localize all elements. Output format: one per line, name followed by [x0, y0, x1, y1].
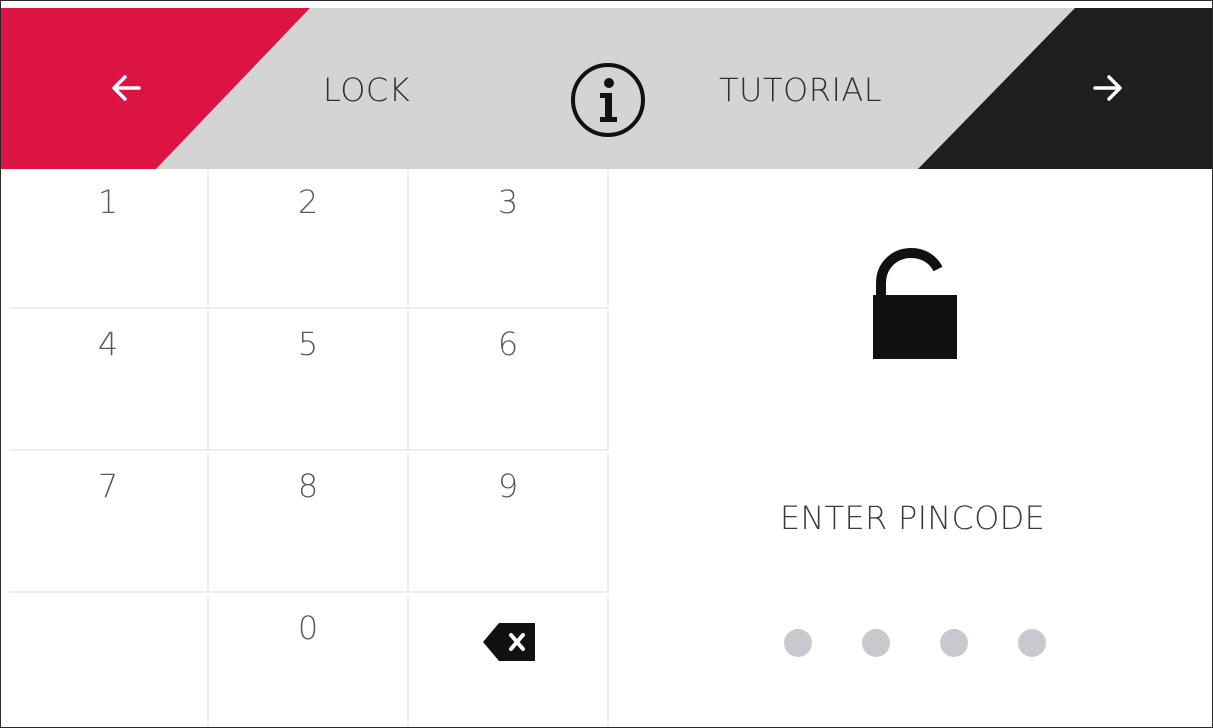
arrow-right-icon	[1093, 75, 1122, 101]
lock-label[interactable]: LOCK	[323, 71, 410, 109]
key-label: 6	[497, 325, 519, 363]
key-7[interactable]: 7	[9, 453, 209, 593]
pin-dot	[940, 629, 968, 657]
key-backspace[interactable]	[409, 595, 609, 727]
key-5[interactable]: 5	[209, 311, 409, 451]
pin-dot	[862, 629, 890, 657]
pin-dot	[784, 629, 812, 657]
backspace-icon	[483, 623, 535, 661]
key-label: 7	[97, 467, 119, 505]
pin-indicator	[784, 629, 1054, 659]
key-label: 1	[97, 183, 119, 221]
header-bar: LOCK TUTORIAL	[1, 8, 1212, 169]
key-label: 2	[297, 183, 319, 221]
tutorial-label[interactable]: TUTORIAL	[719, 71, 882, 109]
key-8[interactable]: 8	[209, 453, 409, 593]
arrow-left-icon	[112, 75, 141, 101]
lock-panel: ENTER PINCODE	[612, 169, 1212, 727]
key-2[interactable]: 2	[209, 169, 409, 309]
key-label: 5	[297, 325, 319, 363]
key-0[interactable]: 0	[209, 595, 409, 727]
key-6[interactable]: 6	[409, 311, 609, 451]
key-9[interactable]: 9	[409, 453, 609, 593]
pin-dot	[1018, 629, 1046, 657]
key-label: 9	[497, 467, 519, 505]
key-label: 4	[97, 325, 119, 363]
enter-pincode-prompt: ENTER PINCODE	[779, 499, 1046, 537]
key-4[interactable]: 4	[9, 311, 209, 451]
key-3[interactable]: 3	[409, 169, 609, 309]
key-label: 3	[497, 183, 519, 221]
unlocked-padlock-icon	[873, 247, 957, 359]
back-button[interactable]	[101, 63, 151, 113]
key-label: 0	[297, 609, 319, 647]
key-empty	[9, 595, 209, 727]
app-window: LOCK TUTORIAL 1 2 3 4 5 6 7 8 9 0 ENTER …	[0, 0, 1213, 728]
key-1[interactable]: 1	[9, 169, 209, 309]
key-label: 8	[297, 467, 319, 505]
info-icon[interactable]	[569, 61, 647, 139]
forward-button[interactable]	[1083, 63, 1133, 113]
pin-keypad: 1 2 3 4 5 6 7 8 9 0	[9, 169, 612, 727]
